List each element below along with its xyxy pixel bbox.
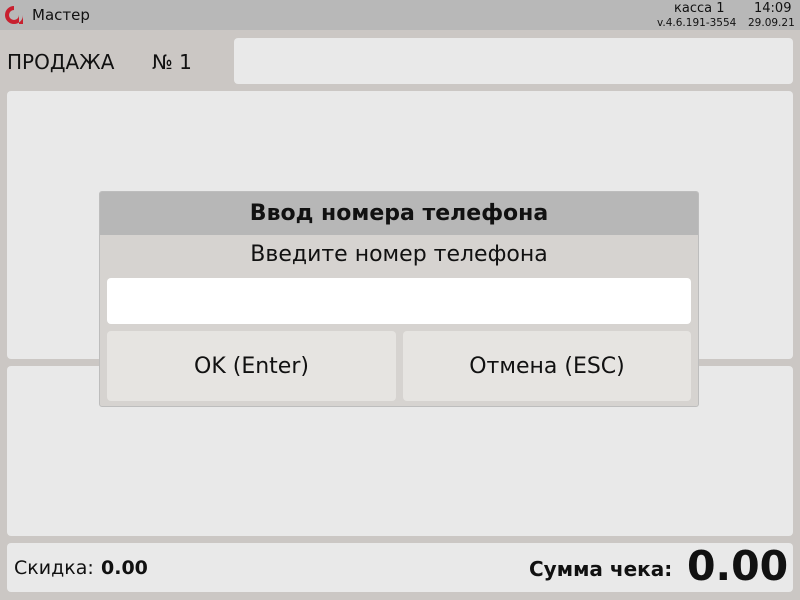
register-label: касса 1 xyxy=(674,1,725,16)
pos-screen: Мастер касса 1 14:09 v.4.6.191-3554 29.0… xyxy=(0,0,800,600)
discount-label: Скидка: xyxy=(14,557,94,579)
cancel-button[interactable]: Отмена (ESC) xyxy=(403,331,691,401)
app-logo-icon xyxy=(5,6,23,24)
sale-title: ПРОДАЖА xyxy=(7,50,115,74)
title-bar: Мастер касса 1 14:09 v.4.6.191-3554 29.0… xyxy=(0,0,800,30)
date-label: 29.09.21 xyxy=(748,17,795,29)
app-title: Мастер xyxy=(32,6,90,24)
phone-input-dialog: Ввод номера телефона Введите номер телеф… xyxy=(99,191,699,407)
receipt-total-value: 0.00 xyxy=(687,542,789,590)
ok-button[interactable]: OK (Enter) xyxy=(107,331,396,401)
version-label: v.4.6.191-3554 xyxy=(657,17,737,29)
totals-bar: Скидка: 0.00 Сумма чека: 0.00 xyxy=(7,542,793,592)
clock: 14:09 xyxy=(754,1,792,16)
phone-number-input[interactable] xyxy=(107,278,691,324)
discount-value: 0.00 xyxy=(101,557,148,579)
receipt-total-label: Сумма чека: xyxy=(529,557,673,581)
dialog-prompt: Введите номер телефона xyxy=(250,242,548,267)
barcode-input-field[interactable] xyxy=(234,38,793,84)
dialog-title: Ввод номера телефона xyxy=(100,192,698,235)
sale-number: № 1 xyxy=(152,50,192,74)
